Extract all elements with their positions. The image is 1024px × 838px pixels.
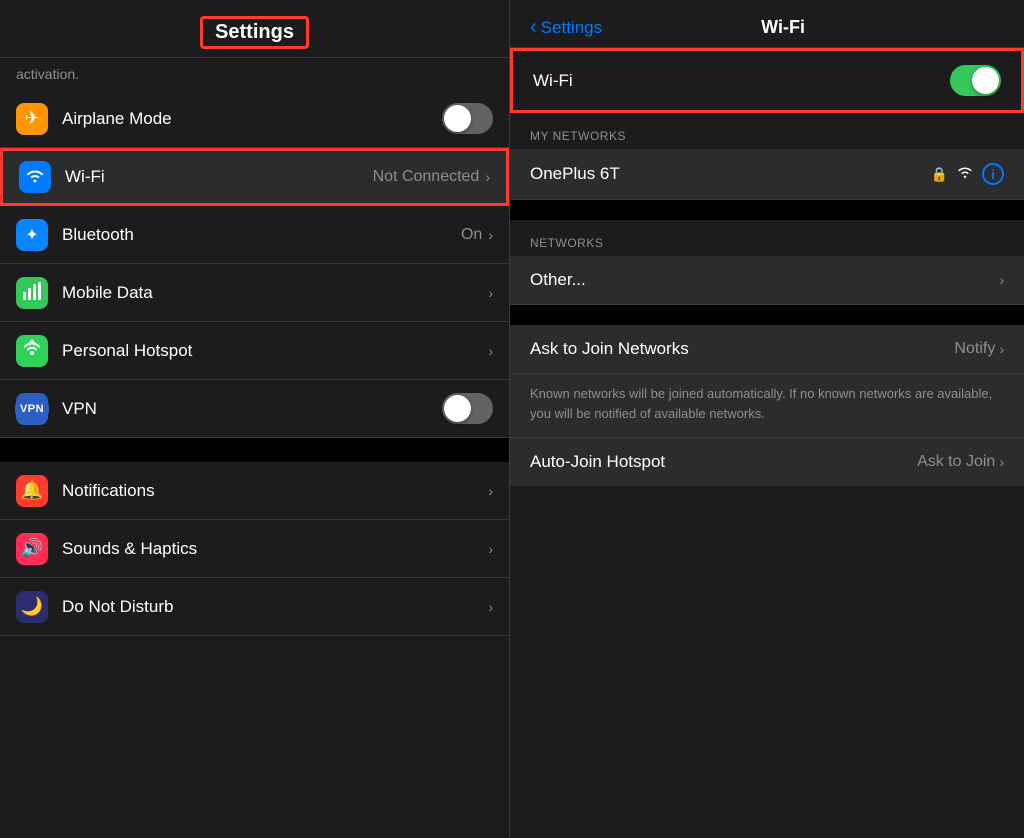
other-networks-row[interactable]: Other... › (510, 256, 1024, 305)
mobile-data-label: Mobile Data (62, 283, 488, 303)
bluetooth-icon-wrapper: ✦ (16, 219, 48, 251)
settings-row-personal-hotspot[interactable]: Personal Hotspot › (0, 322, 509, 380)
settings-row-airplane-mode[interactable]: ✈ Airplane Mode (0, 90, 509, 148)
settings-row-notifications[interactable]: 🔔 Notifications › (0, 462, 509, 520)
ask-join-chevron: › (999, 341, 1004, 357)
ask-join-row[interactable]: Ask to Join Networks Notify › (510, 325, 1024, 374)
vpn-icon-wrapper: VPN (16, 393, 48, 425)
oneplus-network-row[interactable]: OnePlus 6T 🔒 i (510, 149, 1024, 200)
left-header: Settings (0, 0, 509, 58)
left-panel: Settings activation. ✈ Airplane Mode (0, 0, 510, 838)
airplane-icon-wrapper: ✈ (16, 103, 48, 135)
auto-join-value: Ask to Join (917, 453, 995, 471)
hotspot-icon-wrapper (16, 335, 48, 367)
vpn-toggle-knob (444, 395, 471, 422)
settings-row-sounds-haptics[interactable]: 🔊 Sounds & Haptics › (0, 520, 509, 578)
hotspot-icon (21, 339, 43, 362)
wifi-value: Not Connected (373, 168, 480, 186)
section-gap (0, 438, 509, 462)
back-label: Settings (541, 18, 602, 38)
bluetooth-label: Bluetooth (62, 225, 461, 245)
dnd-icon: 🌙 (21, 596, 43, 617)
settings-row-do-not-disturb[interactable]: 🌙 Do Not Disturb › (0, 578, 509, 636)
airplane-mode-label: Airplane Mode (62, 109, 442, 129)
other-label: Other... (530, 270, 999, 290)
airplane-icon: ✈ (24, 108, 39, 129)
wifi-main-toggle[interactable] (950, 65, 1001, 96)
info-box: Known networks will be joined automatica… (510, 374, 1024, 438)
auto-join-row[interactable]: Auto-Join Hotspot Ask to Join › (510, 438, 1024, 486)
settings-title-box: Settings (200, 16, 309, 49)
settings-row-vpn[interactable]: VPN VPN (0, 380, 509, 438)
wifi-label: Wi-Fi (65, 167, 373, 187)
wifi-toggle-row[interactable]: Wi-Fi (510, 48, 1024, 113)
sounds-icon-wrapper: 🔊 (16, 533, 48, 565)
dnd-icon-wrapper: 🌙 (16, 591, 48, 623)
mobile-data-chevron: › (488, 285, 493, 301)
notifications-chevron: › (488, 483, 493, 499)
notifications-icon-wrapper: 🔔 (16, 475, 48, 507)
dnd-chevron: › (488, 599, 493, 615)
other-chevron: › (999, 272, 1004, 288)
network-icons: 🔒 i (931, 163, 1004, 185)
mobile-data-icon-wrapper (16, 277, 48, 309)
ask-join-section-gap (510, 305, 1024, 325)
vpn-label: VPN (62, 399, 442, 419)
airplane-mode-toggle[interactable] (442, 103, 493, 134)
wifi-signal-icon (956, 165, 974, 184)
wifi-icon-wrapper (19, 161, 51, 193)
ask-join-value: Notify (954, 340, 995, 358)
bluetooth-value: On (461, 226, 482, 244)
activation-text: activation. (0, 58, 509, 90)
wifi-icon (25, 167, 45, 188)
settings-list: ✈ Airplane Mode (0, 90, 509, 838)
settings-row-bluetooth[interactable]: ✦ Bluetooth On › (0, 206, 509, 264)
wifi-toggle-knob (972, 67, 999, 94)
back-button[interactable]: ‹ Settings (530, 16, 602, 39)
info-text: Known networks will be joined automatica… (530, 386, 992, 421)
personal-hotspot-chevron: › (488, 343, 493, 359)
back-chevron-icon: ‹ (530, 16, 537, 39)
my-networks-header: MY NETWORKS (510, 113, 1024, 149)
personal-hotspot-label: Personal Hotspot (62, 341, 488, 361)
networks-section-gap (510, 200, 1024, 220)
page-title: Wi-Fi (761, 17, 845, 38)
bluetooth-chevron: › (488, 227, 493, 243)
sounds-haptics-label: Sounds & Haptics (62, 539, 488, 559)
ask-join-label: Ask to Join Networks (530, 339, 954, 359)
notifications-label: Notifications (62, 481, 488, 501)
bluetooth-icon: ✦ (25, 225, 38, 245)
wifi-chevron: › (485, 169, 490, 185)
auto-join-label: Auto-Join Hotspot (530, 452, 917, 472)
sounds-icon: 🔊 (21, 538, 43, 559)
settings-row-wifi[interactable]: Wi-Fi Not Connected › (0, 148, 509, 206)
info-circle-icon[interactable]: i (982, 163, 1004, 185)
right-panel: ‹ Settings Wi-Fi Wi-Fi MY NETWORKS OnePl… (510, 0, 1024, 838)
network-name: OnePlus 6T (530, 164, 931, 184)
wifi-toggle-label: Wi-Fi (533, 71, 950, 91)
auto-join-chevron: › (999, 454, 1004, 470)
right-header: ‹ Settings Wi-Fi (510, 0, 1024, 48)
mobile-data-icon (22, 282, 42, 303)
vpn-toggle[interactable] (442, 393, 493, 424)
sounds-chevron: › (488, 541, 493, 557)
settings-row-mobile-data[interactable]: Mobile Data › (0, 264, 509, 322)
settings-title: Settings (215, 21, 294, 43)
notifications-icon: 🔔 (21, 480, 43, 501)
airplane-toggle-knob (444, 105, 471, 132)
lock-icon: 🔒 (931, 166, 948, 183)
vpn-icon: VPN (15, 402, 49, 416)
networks-header: NETWORKS (510, 220, 1024, 256)
do-not-disturb-label: Do Not Disturb (62, 597, 488, 617)
